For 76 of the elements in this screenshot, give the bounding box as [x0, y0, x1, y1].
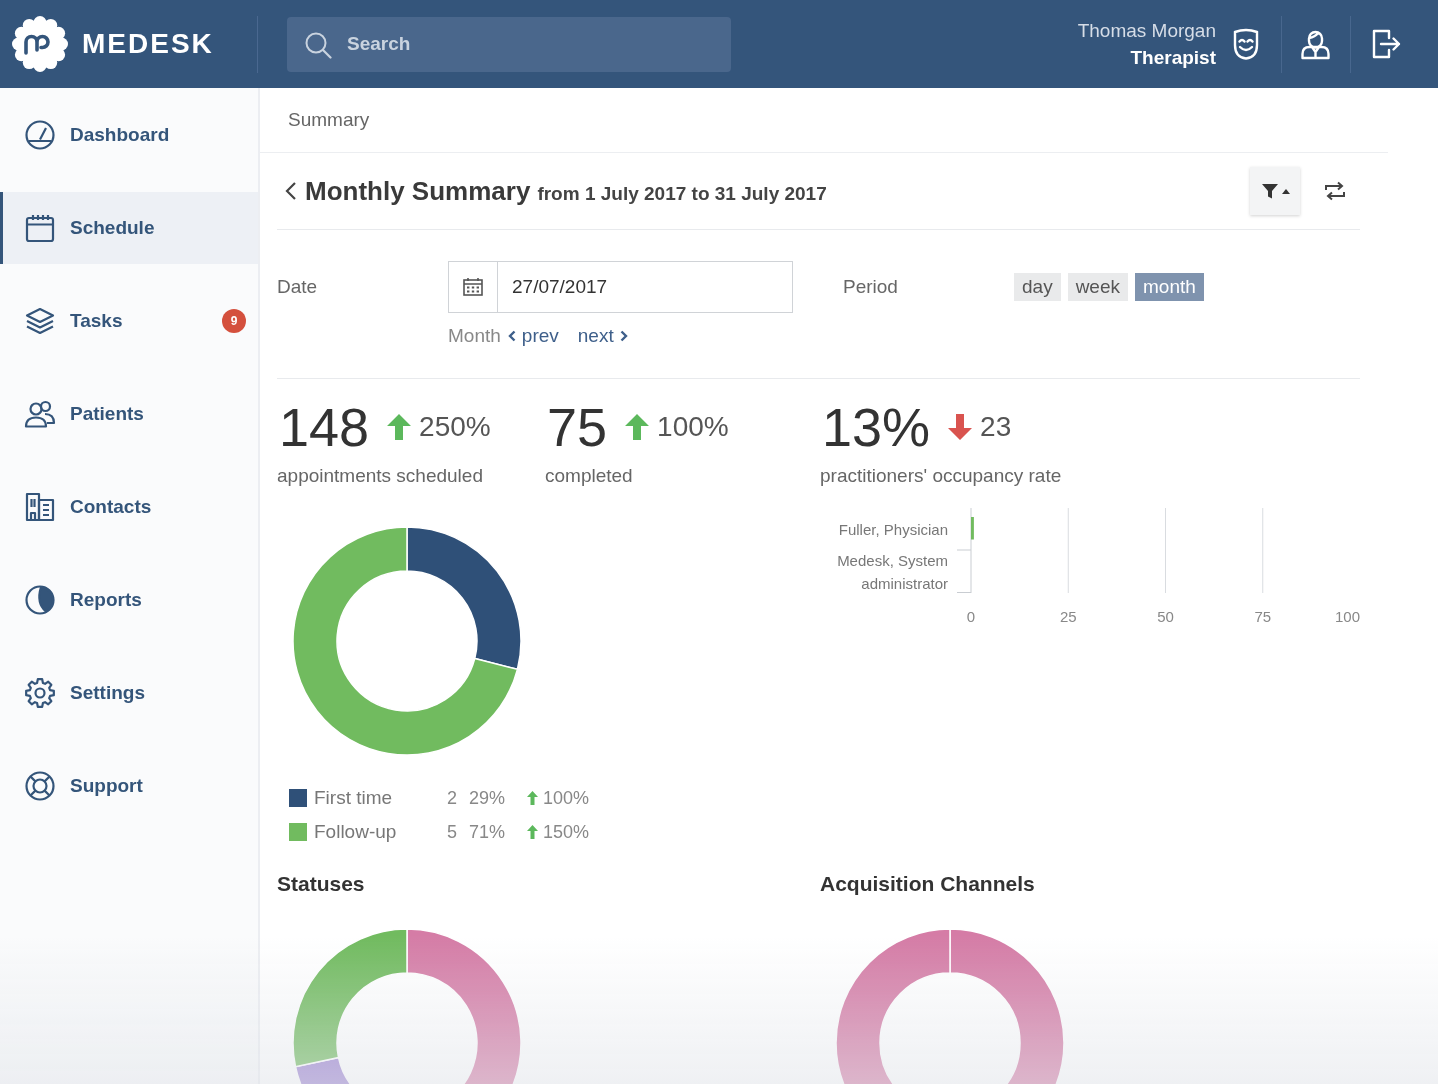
month-label: Month — [448, 325, 501, 347]
section-title: Acquisition Channels — [820, 871, 1036, 897]
gauge-icon — [24, 119, 56, 151]
people-icon — [24, 398, 56, 430]
stat-label: completed — [545, 464, 634, 488]
bar — [971, 517, 974, 540]
legend-change: 150% — [543, 821, 590, 843]
axis-tick-label: 75 — [1254, 608, 1272, 625]
period-option[interactable]: day — [1014, 273, 1061, 301]
user-name: Thomas Morgan — [1077, 19, 1216, 43]
settings-icon — [24, 677, 56, 709]
user-role: Therapist — [1130, 46, 1216, 70]
count-badge: 9 — [222, 309, 246, 333]
breadcrumb: Summary — [288, 109, 370, 131]
field-label: Period — [843, 276, 899, 298]
filter-button[interactable] — [1250, 167, 1300, 215]
field-label: Date — [277, 276, 319, 298]
refresh-icon — [1323, 181, 1347, 201]
logout-button[interactable] — [1370, 28, 1402, 60]
prev-link[interactable]: prev — [507, 325, 559, 347]
pie-chart-icon — [24, 584, 56, 616]
legend-count: 5 — [447, 821, 458, 843]
sidebar-item[interactable]: Support — [0, 750, 258, 822]
sidebar-item[interactable]: Dashboard — [0, 99, 258, 171]
caret-up-icon — [1281, 188, 1290, 194]
stat-change: 100% — [657, 411, 729, 443]
chevron-right-icon — [619, 330, 628, 342]
axis-category-label: Fuller, Physician — [837, 519, 948, 540]
sidebar-item[interactable]: Patients — [0, 378, 258, 450]
date-range: from 1 July 2017 to 31 July 2017 — [537, 182, 827, 205]
sidebar-item[interactable]: Schedule — [0, 192, 258, 264]
legend-count: 2 — [447, 787, 458, 809]
logo-icon — [12, 16, 68, 72]
search-field[interactable]: Search — [287, 16, 731, 72]
legend-change: 100% — [543, 787, 590, 809]
sidebar-item[interactable]: Tasks 9 — [0, 285, 258, 357]
stat-label: practitioners' occupancy rate — [820, 464, 1063, 488]
sidebar-item[interactable]: Settings — [0, 657, 258, 729]
axis-tick-label: 50 — [1157, 608, 1174, 625]
refresh-button[interactable] — [1323, 181, 1347, 201]
sidebar-item[interactable]: Reports — [0, 564, 258, 636]
axis-tick-label: 100 — [1334, 608, 1360, 625]
calendar-icon — [462, 277, 484, 297]
smiley-mask-icon — [1231, 28, 1261, 60]
profile-button[interactable] — [1300, 28, 1331, 60]
lifebuoy-icon — [24, 770, 56, 802]
user-icon — [1300, 28, 1331, 60]
page-title: Monthly Summary — [305, 175, 531, 207]
chevron-left-icon — [507, 330, 516, 342]
stat-label: appointments scheduled — [277, 464, 484, 488]
stat-value: 148 — [279, 398, 370, 456]
stat-value: 75 — [547, 398, 608, 456]
period-option[interactable]: week — [1067, 273, 1128, 301]
date-field[interactable]: 27/07/2017 — [448, 261, 793, 313]
logout-icon — [1370, 28, 1402, 60]
legend-label: Follow-up — [314, 821, 398, 843]
smiley-mask-button[interactable] — [1231, 28, 1261, 60]
next-link[interactable]: next — [577, 325, 628, 347]
axis-tick-label: 0 — [966, 608, 976, 625]
search-icon — [304, 30, 332, 59]
stat-value: 13% — [822, 398, 931, 456]
sidebar-item[interactable]: Contacts — [0, 471, 258, 543]
layers-icon — [24, 305, 56, 337]
legend-share: 71% — [469, 821, 507, 843]
back-icon[interactable] — [285, 181, 297, 201]
axis-category-label: Medesk, System administrator — [836, 550, 948, 593]
calendar-icon — [24, 212, 56, 244]
logo-text: MEDESK — [82, 28, 214, 60]
filter-icon — [1260, 182, 1279, 200]
legend-label: First time — [314, 787, 394, 809]
axis-tick-label: 25 — [1059, 608, 1077, 625]
legend-share: 29% — [469, 787, 507, 809]
buildings-icon — [24, 491, 56, 523]
stat-change: 250% — [419, 411, 491, 443]
section-title: Statuses — [277, 871, 366, 897]
stat-change: 23 — [980, 411, 1012, 443]
